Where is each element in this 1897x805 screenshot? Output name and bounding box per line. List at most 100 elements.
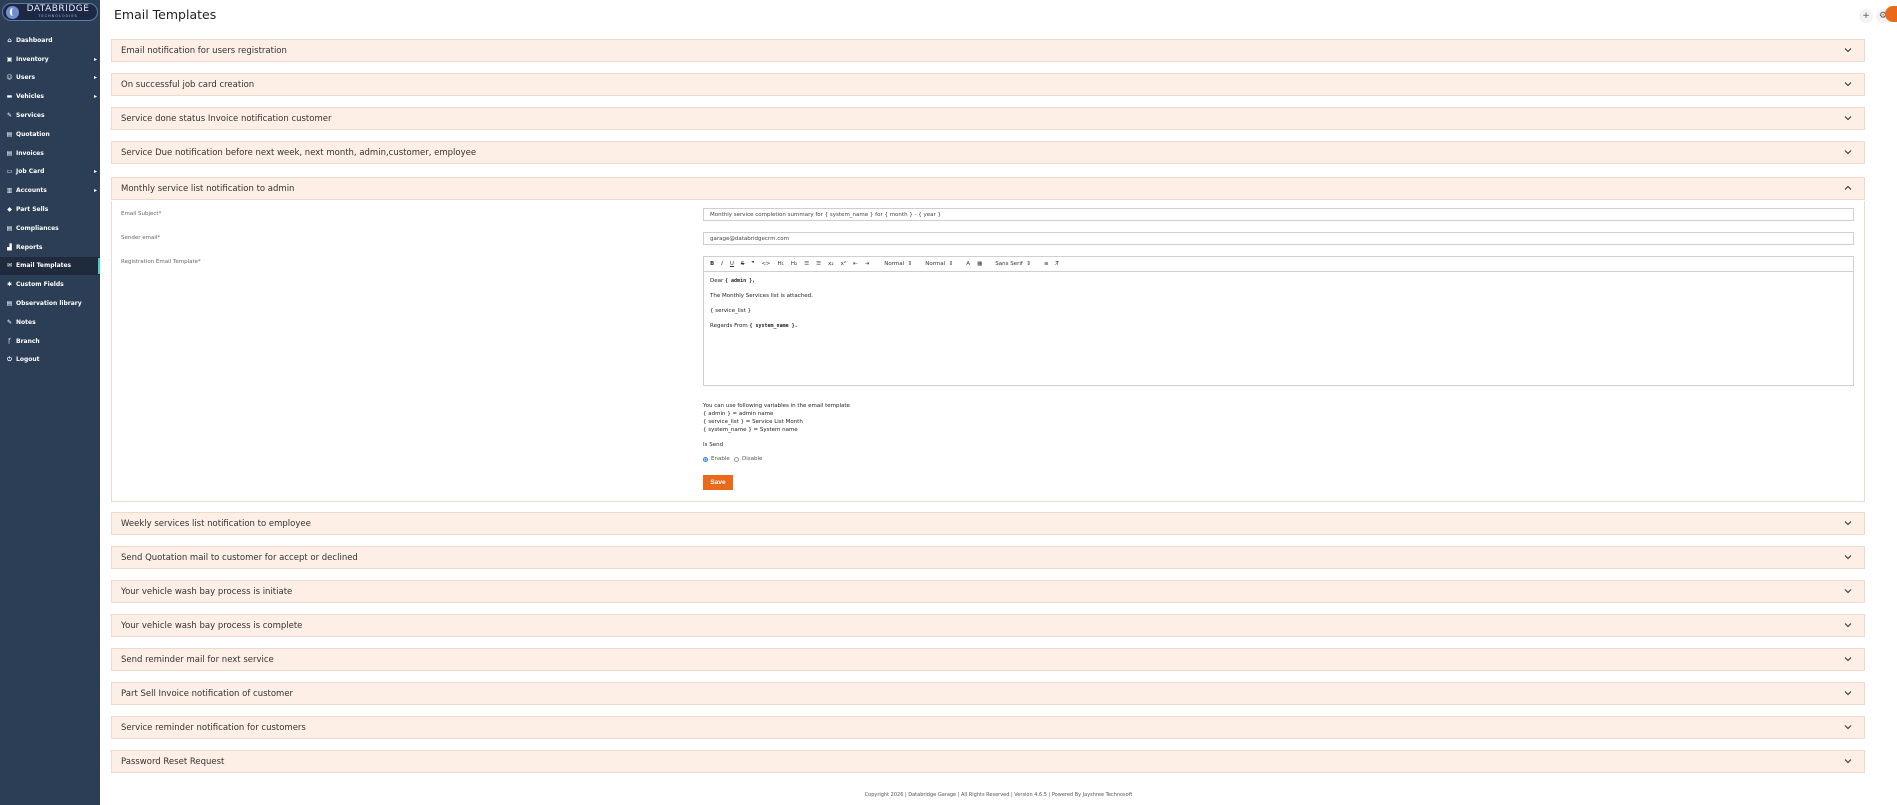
accordion-title: Weekly services list notification to emp… bbox=[121, 518, 311, 529]
notification-tab-icon[interactable] bbox=[1885, 6, 1897, 22]
enable-radio[interactable] bbox=[703, 457, 708, 462]
save-button[interactable]: Save bbox=[703, 475, 733, 490]
header-select[interactable]: Normal ⇕ bbox=[925, 261, 953, 267]
underline-icon[interactable]: U bbox=[730, 261, 734, 267]
sidebar-item-logout[interactable]: ⏻ Logout bbox=[0, 351, 100, 370]
text-color-icon[interactable]: A bbox=[966, 261, 970, 267]
ordered-list-icon[interactable]: ☰ bbox=[804, 261, 809, 267]
accordion-title: Send Quotation mail to customer for acce… bbox=[121, 552, 358, 563]
sidebar-item-label: Email Templates bbox=[16, 262, 72, 270]
email-subject-label: Email Subject* bbox=[121, 211, 162, 217]
accordion-header[interactable]: Your vehicle wash bay process is complet… bbox=[111, 614, 1865, 637]
sidebar-item-part-sells[interactable]: ◆ Part Sells bbox=[0, 200, 100, 219]
sidebar-item-compliances[interactable]: ▤ Compliances bbox=[0, 219, 100, 238]
box-icon: ▣ bbox=[6, 55, 13, 63]
chevron-down-icon bbox=[1844, 589, 1852, 594]
accordion-header[interactable]: Weekly services list notification to emp… bbox=[111, 512, 1865, 535]
heading1-icon[interactable]: H₁ bbox=[778, 261, 784, 267]
accordion-header[interactable]: Service done status Invoice notification… bbox=[111, 107, 1865, 130]
sidebar-item-observation-library[interactable]: ▤ Observation library bbox=[0, 294, 100, 313]
template-editor[interactable]: Dear { admin }, The Monthly Services lis… bbox=[703, 272, 1854, 386]
sidebar-item-notes[interactable]: ✎ Notes bbox=[0, 313, 100, 332]
outdent-icon[interactable]: ⇤ bbox=[853, 261, 858, 267]
accordion-title: Part Sell Invoice notification of custom… bbox=[121, 688, 294, 699]
car-icon: ▬ bbox=[6, 93, 13, 101]
accordion-header[interactable]: Service reminder notification for custom… bbox=[111, 716, 1865, 739]
strike-icon[interactable]: S bbox=[741, 261, 745, 267]
heading2-icon[interactable]: H₂ bbox=[791, 261, 797, 267]
card-icon: ▭ bbox=[6, 168, 13, 176]
caret-right-icon: ▸ bbox=[93, 93, 97, 101]
sidebar-item-invoices[interactable]: ▤ Invoices bbox=[0, 144, 100, 163]
chevron-down-icon bbox=[1844, 150, 1852, 155]
sender-email-input[interactable]: garage@databridgecrm.com bbox=[703, 232, 1854, 245]
branch-icon: ᚴ bbox=[7, 337, 12, 345]
sidebar-item-reports[interactable]: ▟ Reports bbox=[0, 238, 100, 257]
accordion-header[interactable]: Send Quotation mail to customer for acce… bbox=[111, 546, 1865, 569]
power-icon: ⏻ bbox=[7, 355, 12, 363]
sidebar-item-label: Inventory bbox=[16, 55, 49, 63]
sidebar-nav: ⌂ Dashboard ▣ Inventory ▸ ☺ Users ▸ ▬ Vehicles ▸ ✎ S… bbox=[0, 31, 100, 369]
bold-icon[interactable]: B bbox=[710, 261, 714, 267]
sidebar-item-users[interactable]: ☺ Users ▸ bbox=[0, 69, 100, 88]
variables-help-title: You can use following variables in the e… bbox=[703, 403, 850, 409]
body-line-1: The Monthly Services list is attached. bbox=[710, 293, 813, 299]
indent-icon[interactable]: ⇥ bbox=[865, 261, 870, 267]
accordion-title: Send reminder mail for next service bbox=[121, 654, 274, 665]
highlight-icon[interactable]: ▦ bbox=[977, 261, 982, 267]
sidebar-item-dashboard[interactable]: ⌂ Dashboard bbox=[0, 31, 100, 50]
bullet-list-icon[interactable]: ☰ bbox=[816, 261, 821, 267]
accordion-title: Monthly service list notification to adm… bbox=[121, 183, 295, 194]
sidebar-item-quotation[interactable]: ▤ Quotation bbox=[0, 125, 100, 144]
size-select[interactable]: Normal ⇕ bbox=[884, 261, 912, 267]
chevron-down-icon bbox=[1844, 691, 1852, 696]
accordion-header[interactable]: Service Due notification before next wee… bbox=[111, 141, 1865, 164]
sidebar-item-label: Logout bbox=[16, 356, 40, 364]
star-icon: ✱ bbox=[6, 281, 13, 289]
clear-format-icon[interactable]: T̸ bbox=[1056, 261, 1059, 267]
chevron-down-icon bbox=[1844, 657, 1852, 662]
accordion-body: Email Subject* Monthly service completio… bbox=[111, 201, 1865, 502]
sidebar-item-inventory[interactable]: ▣ Inventory ▸ bbox=[0, 50, 100, 69]
subscript-icon[interactable]: x₂ bbox=[828, 261, 833, 267]
brand-tagline: TECHNOLOGIES bbox=[38, 14, 78, 18]
sidebar-item-label: Branch bbox=[16, 337, 40, 345]
sidebar-item-email-templates[interactable]: ✉ Email Templates bbox=[0, 256, 100, 276]
sidebar-item-label: Reports bbox=[16, 243, 43, 251]
accordion-title: Service Due notification before next wee… bbox=[121, 147, 477, 158]
sidebar-item-label: Job Card bbox=[16, 168, 45, 176]
sidebar-item-vehicles[interactable]: ▬ Vehicles ▸ bbox=[0, 87, 100, 106]
accordion-header[interactable]: Part Sell Invoice notification of custom… bbox=[111, 682, 1865, 705]
file-icon: ▤ bbox=[6, 224, 13, 232]
accordion-header[interactable]: Your vehicle wash bay process is initiat… bbox=[111, 580, 1865, 603]
chart-icon: ▟ bbox=[7, 243, 12, 251]
accordion-header[interactable]: On successful job card creation bbox=[111, 73, 1865, 96]
sidebar-item-label: Part Sells bbox=[16, 206, 49, 214]
logo-mark-icon bbox=[6, 5, 19, 19]
sidebar-item-label: Compliances bbox=[16, 224, 59, 232]
system-name-variable: { system_name }. bbox=[749, 323, 798, 329]
sidebar-item-label: Services bbox=[16, 112, 45, 120]
brand-logo[interactable]: DATABRIDGE TECHNOLOGIES bbox=[2, 3, 98, 21]
template-label: Registration Email Template* bbox=[121, 259, 201, 265]
italic-icon[interactable]: I bbox=[721, 261, 723, 267]
plus-icon[interactable]: + bbox=[1859, 9, 1873, 23]
sender-email-label: Sender email* bbox=[121, 235, 161, 241]
accordion-header[interactable]: Email notification for users registratio… bbox=[111, 39, 1865, 62]
quote-icon[interactable]: ❞ bbox=[751, 261, 754, 267]
align-icon[interactable]: ≡ bbox=[1044, 261, 1049, 267]
superscript-icon[interactable]: x² bbox=[841, 261, 846, 267]
disable-radio[interactable] bbox=[734, 457, 739, 462]
caret-right-icon: ▸ bbox=[93, 187, 97, 195]
accordion-header-open[interactable]: Monthly service list notification to adm… bbox=[111, 177, 1865, 200]
sidebar-item-custom-fields[interactable]: ✱ Custom Fields bbox=[0, 275, 100, 294]
font-select[interactable]: Sans Serif ⇕ bbox=[995, 261, 1031, 267]
code-icon[interactable]: <> bbox=[761, 261, 770, 267]
sidebar-item-services[interactable]: ✎ Services bbox=[0, 106, 100, 125]
accordion-header[interactable]: Send reminder mail for next service bbox=[111, 648, 1865, 671]
accordion-header[interactable]: Password Reset Request bbox=[111, 750, 1865, 773]
sidebar-item-branch[interactable]: ᚴ Branch bbox=[0, 332, 100, 351]
sidebar-item-accounts[interactable]: ▥ Accounts ▸ bbox=[0, 181, 100, 200]
sidebar-item-job-card[interactable]: ▭ Job Card ▸ bbox=[0, 163, 100, 182]
email-subject-input[interactable]: Monthly service completion summary for {… bbox=[703, 208, 1854, 221]
